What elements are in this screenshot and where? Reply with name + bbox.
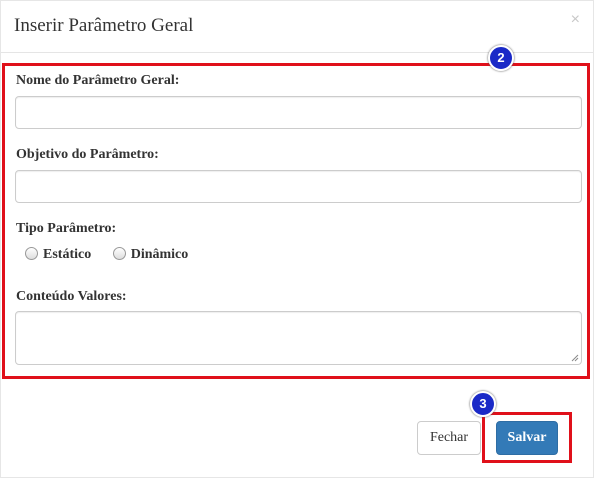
step-badge-2: 2 bbox=[488, 45, 514, 71]
modal-title: Inserir Parâmetro Geral bbox=[14, 15, 194, 36]
save-highlight-box bbox=[482, 412, 572, 463]
close-icon[interactable]: × bbox=[571, 11, 580, 29]
close-button[interactable]: Fechar bbox=[417, 421, 481, 455]
form-highlight-box bbox=[2, 63, 590, 379]
step-badge-3: 3 bbox=[470, 391, 496, 417]
